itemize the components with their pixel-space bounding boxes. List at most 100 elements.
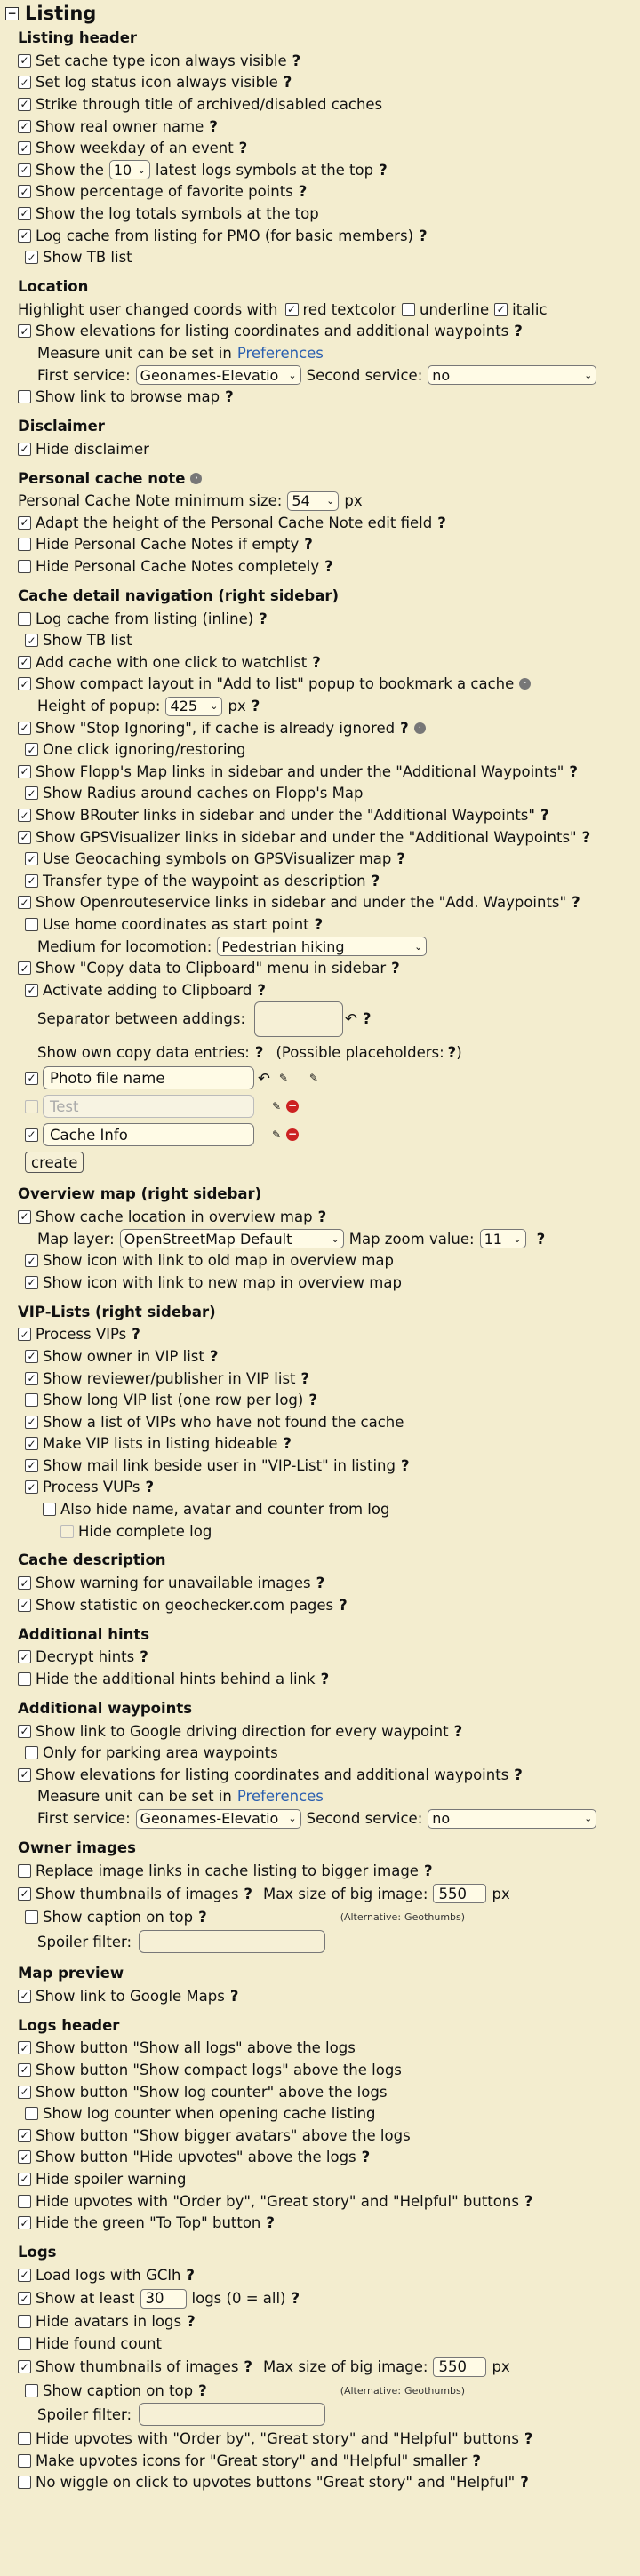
help-icon[interactable]: ? — [582, 829, 591, 846]
checkbox[interactable] — [18, 721, 31, 735]
checkbox[interactable] — [25, 1349, 38, 1363]
help-icon[interactable]: ? — [266, 2214, 275, 2231]
checkbox[interactable] — [18, 1886, 31, 1901]
checkbox[interactable] — [18, 1328, 31, 1342]
help-icon[interactable]: ? — [209, 118, 218, 135]
help-icon[interactable]: ? — [308, 1392, 317, 1408]
checkbox[interactable] — [18, 2336, 31, 2350]
info-icon[interactable]: · — [519, 678, 532, 690]
checkbox[interactable] — [18, 2041, 31, 2055]
help-icon[interactable]: ? — [472, 2452, 481, 2469]
checkbox[interactable] — [18, 2128, 31, 2142]
help-icon[interactable]: ? — [401, 1457, 410, 1474]
help-icon[interactable]: ? — [257, 982, 266, 999]
checkbox[interactable] — [18, 2476, 31, 2490]
help-icon[interactable]: ? — [284, 74, 292, 91]
checkbox[interactable] — [25, 983, 38, 997]
checkbox[interactable] — [18, 2062, 31, 2077]
checkbox[interactable] — [18, 677, 31, 691]
checkbox[interactable] — [18, 163, 31, 177]
edit-icon[interactable]: ✎ — [279, 1072, 288, 1084]
checkbox[interactable] — [18, 1989, 31, 2003]
checkbox[interactable] — [18, 206, 31, 220]
latest-logs-select[interactable]: 10 ⌄ — [108, 160, 150, 180]
checkbox[interactable] — [25, 1480, 38, 1495]
checkbox[interactable] — [18, 2292, 31, 2306]
help-icon[interactable]: ? — [187, 2313, 196, 2330]
copy-entry-input[interactable]: Photo file name — [43, 1066, 254, 1090]
help-icon[interactable]: ? — [524, 2430, 533, 2447]
checkbox[interactable] — [18, 809, 31, 823]
help-icon[interactable]: ? — [339, 1597, 348, 1614]
checkbox[interactable] — [18, 2194, 31, 2208]
checkbox[interactable] — [25, 1437, 38, 1451]
checkbox[interactable] — [18, 228, 31, 243]
checkbox[interactable] — [18, 2268, 31, 2282]
second-service-select[interactable]: no ⌄ — [428, 365, 597, 386]
help-icon[interactable]: ? — [292, 52, 301, 69]
checkbox[interactable] — [25, 1458, 38, 1472]
delete-icon[interactable]: − — [286, 1128, 300, 1142]
checkbox[interactable] — [25, 917, 38, 931]
checkbox[interactable] — [18, 2172, 31, 2186]
checkbox[interactable] — [18, 896, 31, 910]
checkbox[interactable] — [18, 655, 31, 669]
checkbox[interactable] — [25, 1099, 38, 1113]
help-icon[interactable]: ? — [318, 1208, 327, 1225]
help-icon[interactable]: ? — [304, 536, 313, 553]
checkbox[interactable] — [25, 852, 38, 866]
checkbox[interactable] — [18, 2360, 31, 2374]
help-icon[interactable]: ? — [198, 1909, 207, 1926]
checkbox[interactable] — [18, 538, 31, 552]
checkbox[interactable] — [18, 1598, 31, 1612]
help-icon[interactable]: ? — [569, 763, 578, 780]
checkbox[interactable] — [25, 873, 38, 888]
first-service-select[interactable]: Geonames-Elevatio ⌄ — [135, 365, 301, 386]
help-icon[interactable]: ? — [252, 698, 260, 714]
preferences-link[interactable]: Preferences — [237, 1788, 324, 1805]
help-icon[interactable]: ? — [400, 720, 409, 737]
help-icon[interactable]: ? — [198, 2382, 207, 2399]
checkbox[interactable] — [18, 560, 31, 574]
help-icon[interactable]: ? — [315, 916, 324, 933]
help-icon[interactable]: ? — [299, 183, 308, 200]
checkbox[interactable] — [18, 764, 31, 778]
checkbox[interactable] — [25, 2383, 38, 2397]
help-icon[interactable]: ? — [372, 873, 380, 889]
checkbox[interactable] — [18, 390, 31, 404]
checkbox[interactable] — [18, 53, 31, 68]
spoiler-filter-input[interactable] — [139, 1930, 326, 1953]
checkbox[interactable] — [18, 1767, 31, 1782]
checkbox[interactable] — [18, 830, 31, 844]
checkbox[interactable] — [25, 2107, 38, 2121]
checkbox[interactable] — [18, 611, 31, 626]
help-icon[interactable]: ? — [520, 2474, 529, 2491]
map-layer-select[interactable]: OpenStreetMap Default ⌄ — [119, 1229, 344, 1249]
help-icon[interactable]: ? — [324, 558, 333, 575]
checkbox[interactable] — [25, 1746, 38, 1760]
checkbox[interactable] — [25, 1128, 38, 1142]
popup-height-select[interactable]: 425 ⌄ — [165, 696, 223, 716]
note-size-select[interactable]: 54 ⌄ — [287, 490, 340, 511]
help-icon[interactable]: ? — [283, 1435, 292, 1452]
checkbox[interactable] — [494, 302, 508, 316]
checkbox[interactable] — [25, 1254, 38, 1268]
checkbox[interactable] — [18, 97, 31, 111]
edit-icon[interactable]: ✎ — [272, 1100, 281, 1113]
checkbox[interactable] — [18, 141, 31, 156]
checkbox[interactable] — [18, 324, 31, 339]
help-icon[interactable]: ? — [379, 162, 388, 179]
checkbox[interactable] — [402, 302, 415, 316]
checkbox[interactable] — [60, 1524, 74, 1538]
help-icon[interactable]: ? — [230, 1988, 239, 2005]
checkbox[interactable] — [18, 442, 31, 456]
help-icon[interactable]: ? — [145, 1479, 154, 1495]
help-icon[interactable]: ? — [572, 894, 580, 911]
help-icon[interactable]: ? — [524, 2193, 533, 2210]
help-icon[interactable]: ? — [291, 2290, 300, 2307]
checkbox[interactable] — [25, 1415, 38, 1429]
help-icon[interactable]: ? — [244, 2358, 252, 2375]
checkbox[interactable] — [18, 1576, 31, 1591]
undo-icon[interactable]: ↶ — [345, 1010, 357, 1027]
preferences-link[interactable]: Preferences — [237, 345, 324, 362]
